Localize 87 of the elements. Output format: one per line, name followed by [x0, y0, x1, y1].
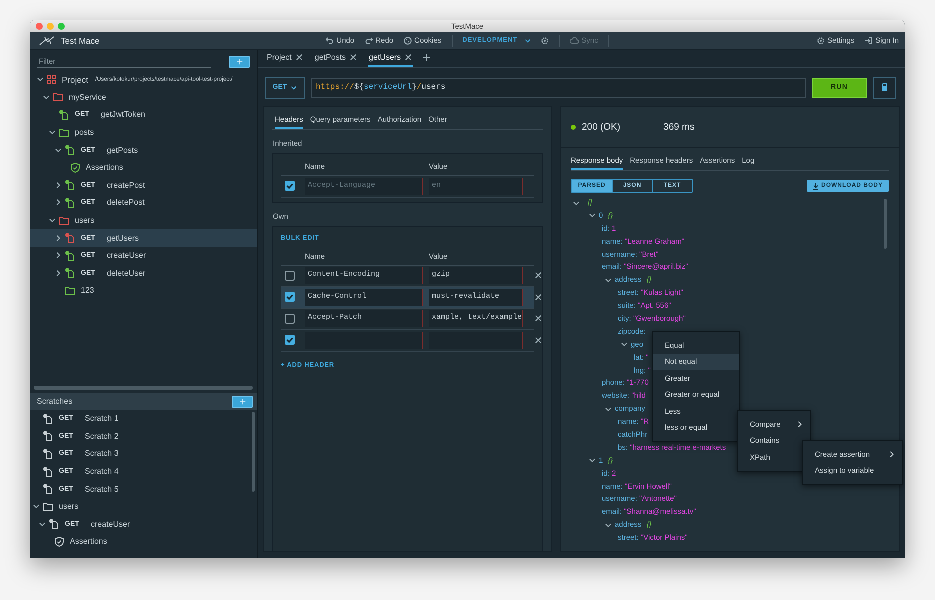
- tab[interactable]: Project: [266, 53, 304, 67]
- chevron-icon[interactable]: [55, 199, 62, 206]
- close-icon[interactable]: [535, 315, 542, 322]
- tree-item[interactable]: myService: [30, 88, 257, 106]
- tree-item-label[interactable]: posts: [75, 128, 94, 138]
- chevron-icon[interactable]: [49, 129, 56, 136]
- tree-item[interactable]: 123: [30, 282, 257, 300]
- tree-item-label[interactable]: getJwtToken: [101, 110, 146, 120]
- status-code: 200 (OK): [582, 122, 621, 132]
- close-icon[interactable]: [405, 54, 412, 61]
- add-scratch-button[interactable]: [232, 396, 253, 408]
- header-checkbox[interactable]: [285, 292, 295, 302]
- tree-item-label[interactable]: Scratch 5: [85, 484, 119, 494]
- logo-icon: [39, 36, 55, 46]
- tree-item-label[interactable]: deleteUser: [107, 268, 146, 278]
- chevron-icon[interactable]: [55, 146, 62, 154]
- tree-item-label[interactable]: myService: [69, 92, 106, 102]
- close-icon[interactable]: [535, 272, 542, 280]
- app-name: Test Mace: [61, 36, 100, 46]
- redo-icon: [364, 37, 373, 44]
- url-field[interactable]: https://${serviceUrl}/users: [311, 78, 806, 98]
- tree-item-label[interactable]: getUsers: [107, 234, 140, 243]
- chevron-icon[interactable]: [605, 522, 612, 529]
- vertical-scrollbar[interactable]: [252, 412, 255, 492]
- tree-item-label[interactable]: Assertions: [70, 537, 108, 546]
- undo-icon: [326, 37, 334, 44]
- plus-icon[interactable]: [423, 54, 432, 62]
- chevron-icon[interactable]: [33, 503, 40, 510]
- chevron-icon[interactable]: [55, 252, 62, 260]
- cookie-icon: [404, 36, 412, 44]
- chevron-icon[interactable]: [621, 341, 628, 348]
- tree-item-label[interactable]: createUser: [91, 520, 130, 529]
- horizontal-scrollbar[interactable]: [34, 386, 253, 390]
- close-icon[interactable]: [535, 336, 542, 344]
- chevron-icon[interactable]: [55, 270, 62, 277]
- chevron-icon[interactable]: [589, 212, 596, 220]
- header-checkbox[interactable]: [285, 314, 295, 324]
- chevron-icon[interactable]: [39, 520, 46, 528]
- vertical-scrollbar[interactable]: [884, 199, 887, 249]
- settings-icon[interactable]: [540, 36, 549, 44]
- chevron-icon[interactable]: [43, 94, 50, 101]
- chevron-icon[interactable]: [55, 182, 62, 189]
- tree-item[interactable]: Assertions: [30, 533, 252, 551]
- header-checkbox[interactable]: [285, 335, 295, 346]
- tree-item[interactable]: Assertions: [30, 158, 257, 177]
- tab[interactable]: getUsers: [368, 53, 414, 67]
- close-icon[interactable]: [296, 54, 303, 61]
- tree-item-label[interactable]: createUser: [107, 251, 146, 260]
- download-icon: [812, 182, 818, 190]
- calculator-icon: [882, 83, 888, 92]
- chevron-icon[interactable]: [589, 457, 596, 464]
- chevron-icon[interactable]: [605, 406, 612, 413]
- header-value-field[interactable]: [429, 332, 523, 349]
- tree-item-label[interactable]: users: [75, 216, 95, 226]
- sync-icon: [570, 37, 579, 44]
- chevron-icon[interactable]: [605, 276, 612, 284]
- gear-icon[interactable]: [816, 36, 825, 44]
- chevron-icon[interactable]: [573, 200, 580, 207]
- sign-in-icon: [864, 36, 873, 44]
- tree-item[interactable]: users: [30, 212, 257, 230]
- close-icon[interactable]: [350, 54, 358, 61]
- header-name-field[interactable]: [305, 332, 423, 349]
- tree-item-label[interactable]: Scratch 2: [85, 432, 119, 441]
- tree-item-label[interactable]: Scratch 1: [85, 414, 119, 424]
- tree-item-label[interactable]: Scratch 4: [85, 467, 119, 476]
- tree-item-label[interactable]: deletePost: [107, 198, 145, 208]
- scratches-title: Scratches: [37, 397, 73, 406]
- tree-item-label[interactable]: getPosts: [107, 146, 138, 155]
- calculator-button[interactable]: [873, 76, 896, 98]
- tab[interactable]: getPosts: [314, 53, 358, 67]
- chevron-icon[interactable]: [37, 76, 44, 84]
- tree-item-label[interactable]: createPost: [107, 180, 146, 190]
- chevron-icon[interactable]: [55, 234, 62, 242]
- chevron-icon[interactable]: [49, 217, 56, 224]
- tree-item-label[interactable]: Assertions: [86, 163, 124, 172]
- add-button[interactable]: [229, 56, 250, 68]
- tree-item[interactable]: posts: [30, 124, 257, 142]
- header-checkbox[interactable]: [285, 270, 295, 281]
- tree-item-label[interactable]: users: [59, 502, 79, 512]
- response-time: 369 ms: [664, 122, 695, 132]
- tree-item-label[interactable]: 123: [81, 286, 94, 296]
- close-icon[interactable]: [535, 294, 542, 301]
- tree-item[interactable]: users: [30, 498, 252, 516]
- caret-icon: [291, 84, 298, 90]
- caret-icon: [524, 38, 531, 44]
- tree-item-label[interactable]: Scratch 3: [85, 449, 119, 458]
- tree-item-label[interactable]: Project: [62, 74, 88, 85]
